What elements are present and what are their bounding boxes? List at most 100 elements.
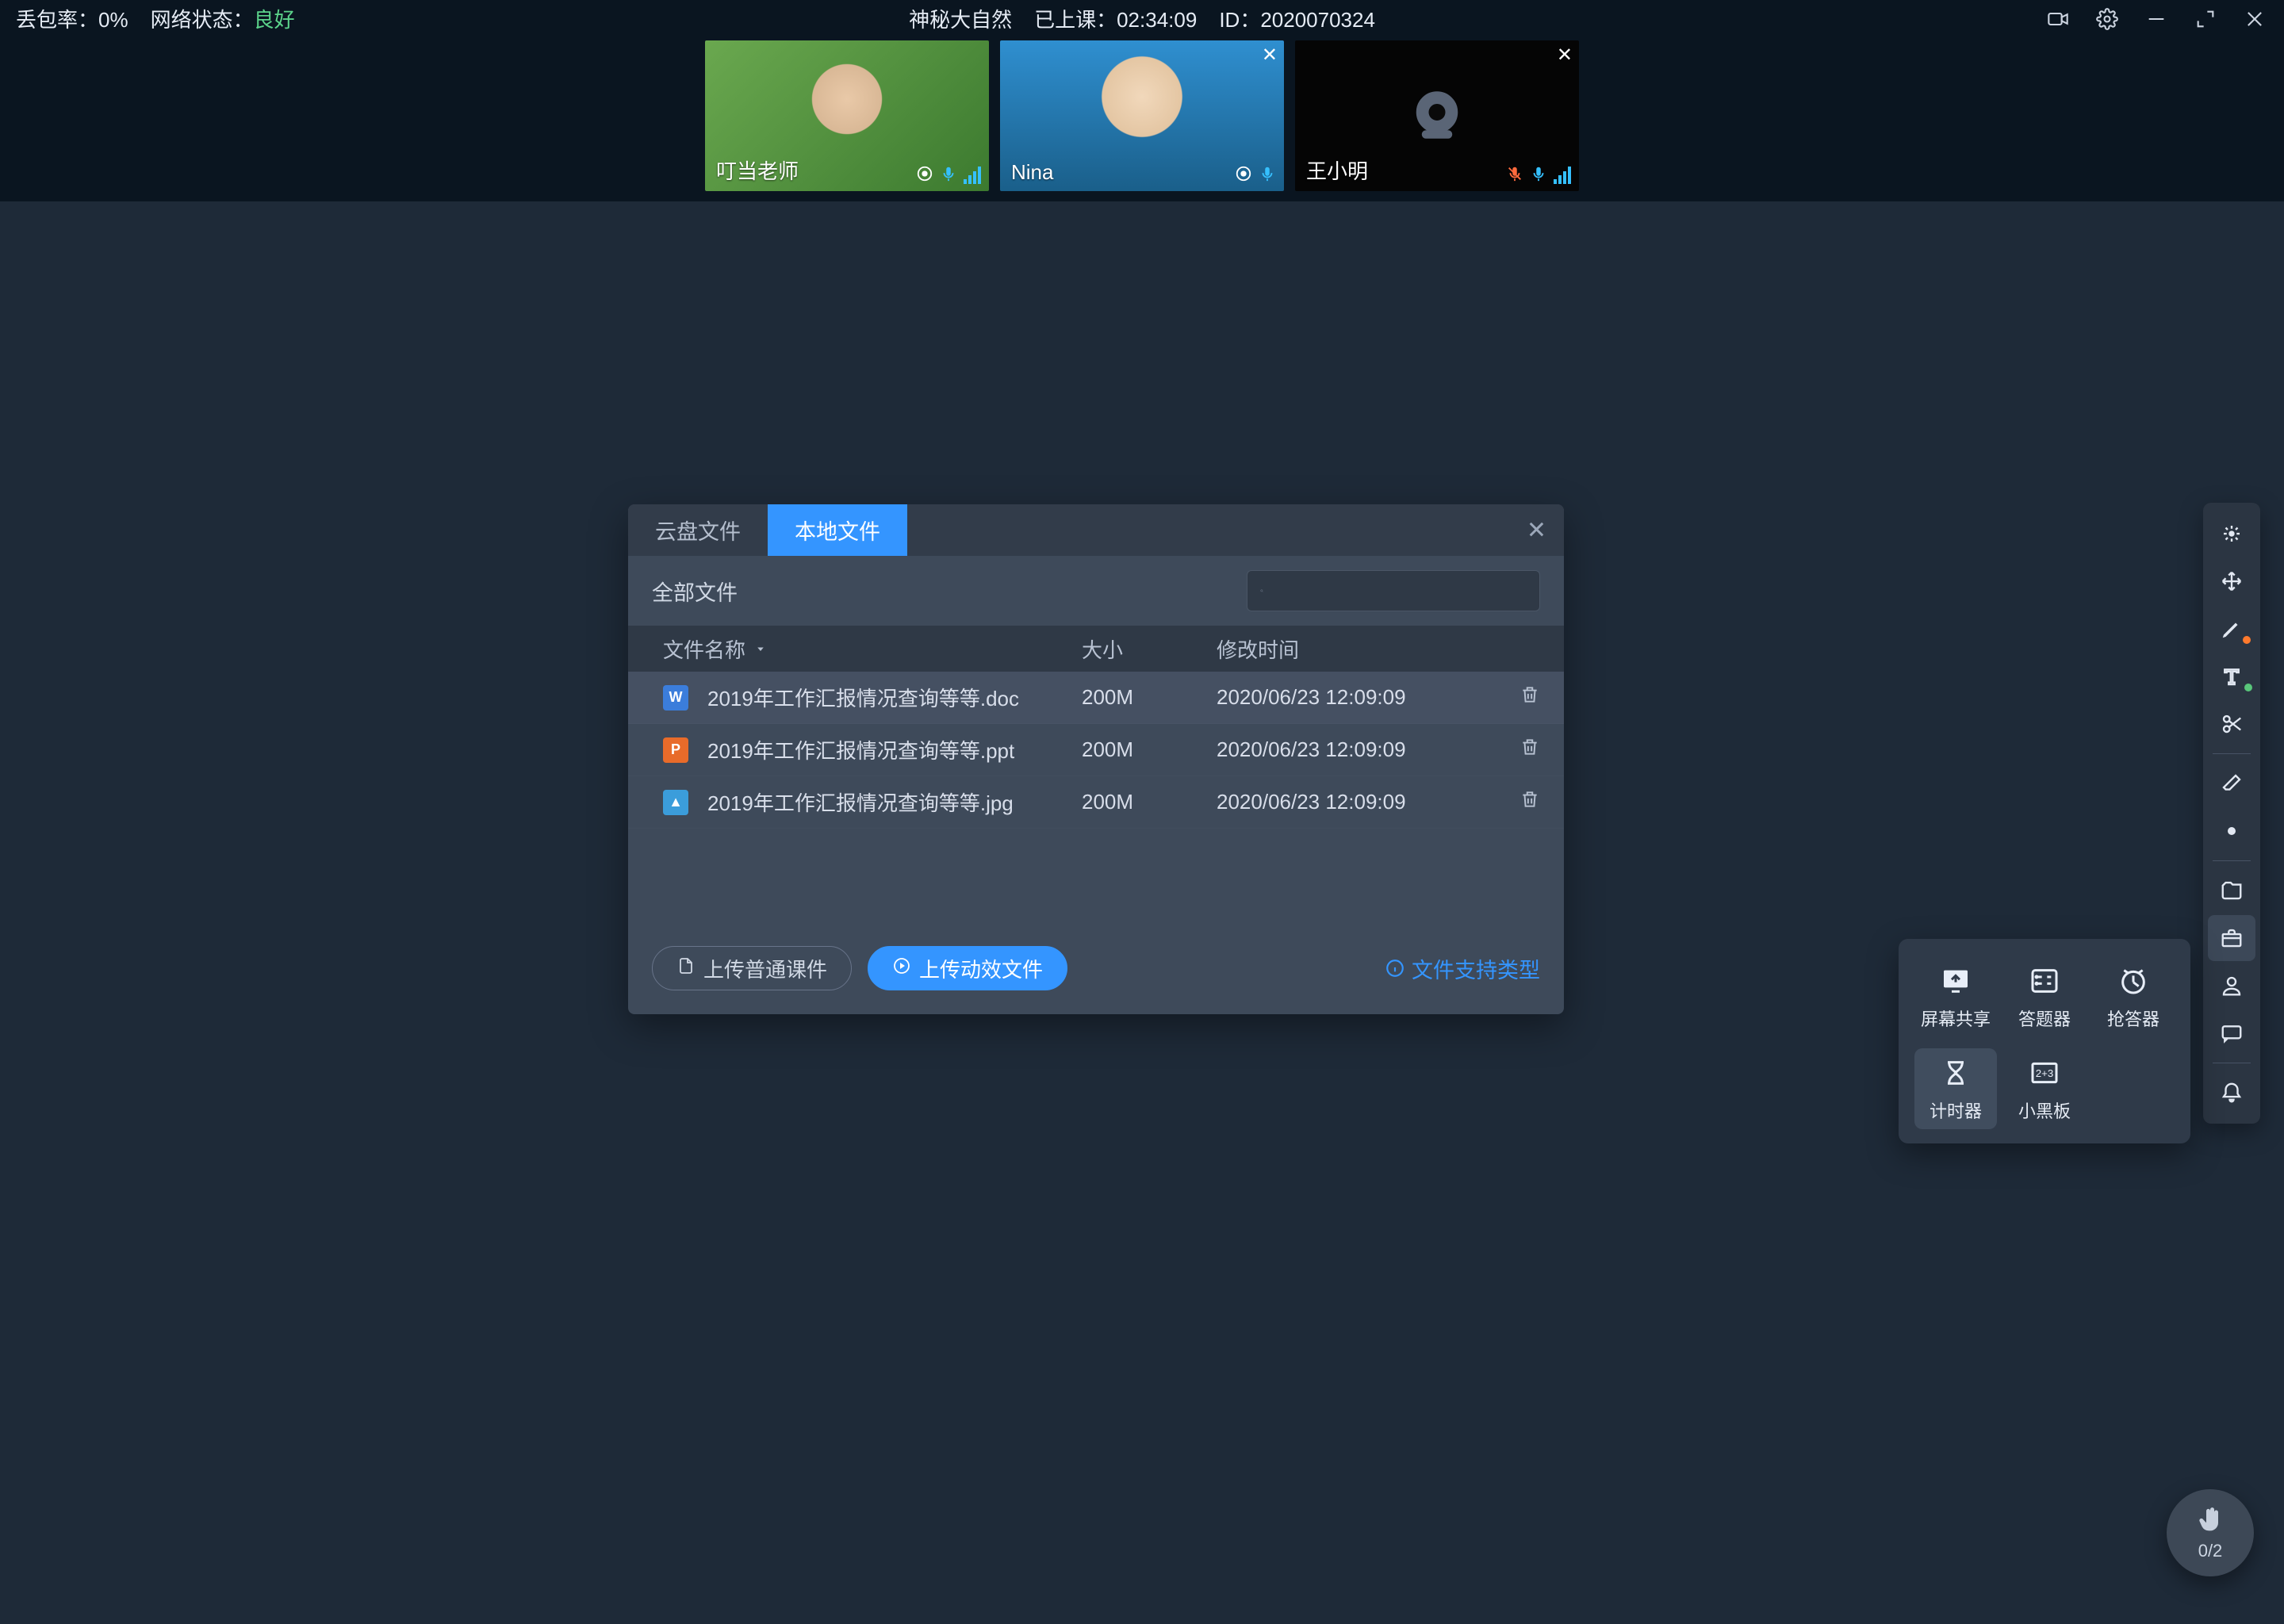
session-id: ID：2020070324 — [1219, 4, 1375, 33]
screen-share-tool[interactable]: 屏幕共享 — [1914, 956, 1997, 1037]
session-id-value: 2020070324 — [1260, 8, 1375, 32]
camera-off-icon — [1404, 82, 1470, 151]
camera-toggle-button[interactable] — [2044, 6, 2071, 33]
roster-tool[interactable] — [2208, 963, 2255, 1009]
file-size: 200M — [1082, 790, 1217, 814]
camera-on-icon — [916, 165, 933, 185]
file-size: 200M — [1082, 737, 1217, 762]
participant-name: Nina — [1011, 160, 1053, 185]
bell-tool[interactable] — [2208, 1070, 2255, 1116]
participant-tile[interactable]: 叮当老师 — [705, 40, 989, 191]
search-field[interactable] — [1247, 570, 1540, 611]
file-name: 2019年工作汇报情况查询等等.jpg — [707, 787, 1014, 817]
window-controls — [2044, 6, 2268, 33]
search-input[interactable] — [1271, 580, 1527, 603]
video-strip: 叮当老师 ✕ Nina ✕ 王小明 — [0, 37, 2284, 201]
chat-tool[interactable] — [2208, 1010, 2255, 1056]
col-header-time[interactable]: 修改时间 — [1217, 634, 1454, 664]
tool-label: 屏幕共享 — [1921, 1005, 1991, 1031]
col-header-size[interactable]: 大小 — [1082, 634, 1217, 664]
dialog-close-button[interactable]: ✕ — [1527, 516, 1546, 544]
file-row[interactable]: W 2019年工作汇报情况查询等等.doc 200M 2020/06/23 12… — [628, 672, 1564, 724]
network-status-value: 良好 — [254, 8, 295, 32]
delete-file-button[interactable] — [1519, 686, 1540, 710]
toolbar-separator — [2213, 860, 2251, 861]
packet-loss-label: 丢包率： — [16, 8, 98, 32]
tab-local-files[interactable]: 本地文件 — [768, 504, 907, 556]
file-row[interactable]: P 2019年工作汇报情况查询等等.ppt 200M 2020/06/23 12… — [628, 724, 1564, 776]
signal-icon — [1554, 167, 1571, 184]
network-status: 网络状态：良好 — [151, 4, 295, 33]
participant-name: 王小明 — [1306, 155, 1368, 185]
upload-effect-button[interactable]: 上传动效文件 — [868, 946, 1067, 990]
tool-label: 抢答器 — [2107, 1005, 2159, 1031]
dialog-actions: 上传普通课件 上传动效文件 文件支持类型 — [628, 924, 1564, 1014]
remove-participant-button[interactable]: ✕ — [1557, 44, 1573, 67]
dialog-tabs: 云盘文件 本地文件 ✕ — [628, 504, 1564, 556]
session-id-label: ID： — [1219, 8, 1260, 32]
mic-on-icon — [1530, 165, 1547, 185]
text-tool[interactable] — [2208, 653, 2255, 699]
col-header-name-label: 文件名称 — [663, 634, 745, 664]
pen-tool[interactable] — [2208, 606, 2255, 652]
eraser-tool[interactable] — [2208, 760, 2255, 806]
svg-text:2+3: 2+3 — [2036, 1067, 2054, 1079]
mic-on-icon — [1259, 165, 1276, 185]
right-toolbar — [2203, 503, 2260, 1124]
buzzer-tool[interactable]: 抢答器 — [2092, 956, 2175, 1037]
elapsed-label: 已上课： — [1034, 8, 1117, 32]
participant-tile[interactable]: ✕ Nina — [1000, 40, 1284, 191]
upload-effect-label: 上传动效文件 — [919, 954, 1043, 983]
delete-file-button[interactable] — [1519, 791, 1540, 814]
mic-on-icon — [940, 165, 957, 185]
doc-file-icon: W — [663, 685, 688, 710]
toolbox-tool[interactable] — [2208, 915, 2255, 961]
upload-normal-button[interactable]: 上传普通课件 — [652, 946, 852, 990]
file-name: 2019年工作汇报情况查询等等.doc — [707, 683, 1019, 712]
course-title: 神秘大自然 — [909, 4, 1012, 33]
minimize-button[interactable] — [2143, 6, 2170, 33]
timer-tool[interactable]: 计时器 — [1914, 1048, 1997, 1129]
elapsed-value: 02:34:09 — [1117, 8, 1197, 32]
tab-cloud-files[interactable]: 云盘文件 — [628, 504, 768, 556]
tools-popover: 屏幕共享 答题器 抢答器 计时器 2+3 小黑板 — [1899, 939, 2190, 1143]
tool-label: 小黑板 — [2018, 1097, 2071, 1123]
image-file-icon: ▲ — [663, 790, 688, 815]
participant-name: 叮当老师 — [716, 155, 799, 185]
brightness-tool[interactable] — [2208, 808, 2255, 854]
tile-indicators — [1506, 165, 1571, 185]
supported-types-link[interactable]: 文件支持类型 — [1385, 953, 1540, 984]
elapsed: 已上课：02:34:09 — [1034, 4, 1197, 33]
files-tool[interactable] — [2208, 868, 2255, 914]
tool-label: 计时器 — [1930, 1097, 1982, 1123]
tile-indicators — [916, 165, 981, 185]
sort-caret-icon — [753, 637, 768, 661]
blackboard-tool[interactable]: 2+3 小黑板 — [2003, 1048, 2086, 1129]
delete-file-button[interactable] — [1519, 738, 1540, 762]
laser-pointer-tool[interactable] — [2208, 511, 2255, 557]
packet-loss-value: 0% — [98, 8, 128, 32]
ppt-file-icon: P — [663, 737, 688, 763]
file-time: 2020/06/23 12:09:09 — [1217, 685, 1454, 710]
close-window-button[interactable] — [2241, 6, 2268, 33]
signal-icon — [964, 167, 981, 184]
network-status-label: 网络状态： — [151, 8, 254, 32]
status-bar: 丢包率：0% 网络状态：良好 神秘大自然 已上课：02:34:09 ID：202… — [0, 0, 2284, 37]
toolbar-separator — [2213, 753, 2251, 754]
status-center: 神秘大自然 已上课：02:34:09 ID：2020070324 — [909, 4, 1375, 33]
file-time: 2020/06/23 12:09:09 — [1217, 790, 1454, 814]
answerer-tool[interactable]: 答题器 — [2003, 956, 2086, 1037]
dialog-filter-row: 全部文件 — [628, 556, 1564, 626]
raise-hand-button[interactable]: 0/2 — [2167, 1489, 2254, 1576]
filter-all-files[interactable]: 全部文件 — [652, 576, 738, 607]
search-icon — [1260, 581, 1263, 600]
file-row[interactable]: ▲ 2019年工作汇报情况查询等等.jpg 200M 2020/06/23 12… — [628, 776, 1564, 829]
move-tool[interactable] — [2208, 558, 2255, 604]
settings-button[interactable] — [2094, 6, 2121, 33]
tool-label: 答题器 — [2018, 1005, 2071, 1031]
expand-button[interactable] — [2192, 6, 2219, 33]
participant-tile[interactable]: ✕ 王小明 — [1295, 40, 1579, 191]
col-header-name[interactable]: 文件名称 — [652, 634, 1082, 664]
scissors-tool[interactable] — [2208, 701, 2255, 747]
tile-indicators — [1235, 165, 1276, 185]
